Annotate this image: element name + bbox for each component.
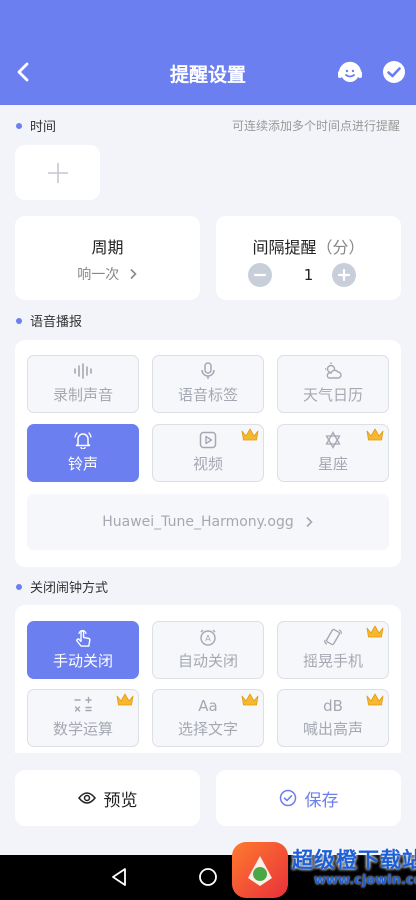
voice-section-title: 语音播报 [16,311,82,330]
star-of-david-icon [325,431,341,449]
text-aa-icon: Aa [198,697,217,714]
option-shake-phone[interactable]: 摇晃手机 [277,621,389,679]
option-label: 自动关闭 [177,652,238,670]
period-value-row: 响一次 [15,264,200,284]
plus-button[interactable] [332,263,356,287]
auto-clock-icon: A [200,629,216,646]
option-video[interactable]: 视频 [152,424,264,482]
period-card[interactable]: 周期 响一次 [15,216,200,300]
option-label: 天气日历 [302,386,363,404]
check-circle-icon [279,789,296,807]
time-section-title: 时间 [16,116,56,135]
chevron-right-icon [130,268,137,280]
option-label: 视频 [192,455,223,473]
ringtone-selector[interactable]: Huawei_Tune_Harmony.ogg [27,494,389,550]
interval-card: 间隔提醒（分） 1 [216,216,401,300]
weather-icon [325,362,342,379]
microphone-icon [201,362,215,379]
preview-label: 预览 [103,790,138,811]
svg-text:A: A [205,634,211,643]
vip-crown-icon [366,625,384,638]
vip-crown-icon [116,693,134,706]
time-section-hint: 可连续添加多个时间点进行提醒 [231,119,400,133]
customer-service-icon[interactable] [336,58,364,86]
option-auto-close[interactable]: A 自动关闭 [152,621,264,679]
watermark-logo-icon [232,842,288,898]
option-weather-calendar[interactable]: 天气日历 [277,355,389,413]
ringtone-filename: Huawei_Tune_Harmony.ogg [102,514,294,530]
option-label: 录制声音 [52,386,113,404]
section-dot [16,583,22,590]
site-watermark: 超级橙下载站 www.cjowin.com [228,840,416,900]
period-value: 响一次 [77,267,120,283]
alarm-close-section-title: 关闭闹钟方式 [16,577,108,596]
video-icon [199,431,217,449]
option-label: 选择文字 [177,720,238,738]
watermark-name: 超级橙下载站 [292,848,416,872]
nav-home-icon[interactable] [197,866,219,888]
vip-crown-icon [366,428,384,441]
shake-phone-icon [324,628,342,646]
vip-crown-icon [241,693,259,706]
period-label: 周期 [91,238,124,257]
plus-icon [47,162,68,183]
hand-tap-icon [76,629,91,647]
eye-icon [77,792,96,804]
alarm-close-options-card: 手动关闭 A 自动关闭 摇晃手机 数学运算 Aa 选择文字 dB 喊出高声 [15,605,401,753]
confirm-check-icon[interactable] [381,59,407,85]
option-shout[interactable]: dB 喊出高声 [277,689,389,747]
voice-section-label: 语音播报 [30,315,83,330]
math-icon [74,696,92,712]
option-select-text[interactable]: Aa 选择文字 [152,689,264,747]
interval-value: 1 [303,266,314,284]
nav-back-icon[interactable] [108,866,130,888]
time-section-label: 时间 [30,120,57,135]
waveform-icon [74,363,92,379]
bell-icon [74,432,92,449]
decibel-icon: dB [323,697,343,714]
option-label: 数学运算 [52,720,113,738]
vip-crown-icon [366,693,384,706]
option-record-voice[interactable]: 录制声音 [27,355,139,413]
app-header: 提醒设置 [0,0,416,105]
save-label: 保存 [304,790,339,811]
option-math[interactable]: 数学运算 [27,689,139,747]
section-dot [16,122,22,129]
option-manual-close[interactable]: 手动关闭 [27,621,139,679]
vip-crown-icon [241,428,259,441]
chevron-right-icon [306,516,313,528]
preview-button[interactable]: 预览 [15,770,200,826]
section-dot [16,317,22,324]
svg-text:Aa: Aa [198,697,217,714]
interval-label: 间隔提醒 [252,238,317,257]
option-label: 语音标签 [177,386,238,404]
option-label: 手动关闭 [52,652,113,670]
option-label: 喊出高声 [302,720,363,738]
add-time-button[interactable] [15,145,100,200]
option-label: 铃声 [67,455,98,473]
voice-options-card: 录制声音 语音标签 天气日历 铃声 视频 星座 Huawei_Tune_Harm… [15,340,401,567]
interval-label-row: 间隔提醒（分） [216,234,401,258]
option-constellation[interactable]: 星座 [277,424,389,482]
option-label: 摇晃手机 [302,652,363,670]
svg-text:dB: dB [323,697,343,714]
watermark-url: www.cjowin.com [314,873,416,888]
option-label: 星座 [317,455,348,473]
option-voice-tag[interactable]: 语音标签 [152,355,264,413]
option-ringtone[interactable]: 铃声 [27,424,139,482]
interval-unit: （分） [316,238,365,257]
alarm-close-section-label: 关闭闹钟方式 [30,581,109,596]
save-button[interactable]: 保存 [216,770,401,826]
